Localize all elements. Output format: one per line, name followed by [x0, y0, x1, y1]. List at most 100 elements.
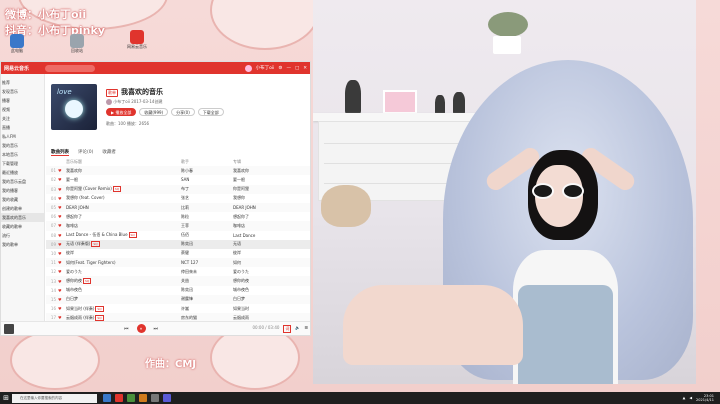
table-row[interactable]: 07 ♥ 咖啡店 王菲 咖啡店 [46, 221, 310, 231]
table-row[interactable]: 12 ♥ 爱のうた 倖田來未 爱のうた [46, 267, 310, 276]
windows-start-icon[interactable]: ⊞ [0, 392, 12, 404]
table-row[interactable]: 08 ♥ Last Dance - 伍佰 & China Blue SQ 伍佰 Last … [46, 231, 310, 240]
minimize-icon[interactable]: — [286, 66, 291, 71]
column-header-title[interactable]: 音乐标题 [66, 159, 181, 165]
heart-icon[interactable]: ♥ [58, 205, 66, 210]
sidebar-item[interactable]: 流行 [1, 231, 44, 240]
share-button[interactable]: 分享(0) [171, 108, 195, 116]
song-artist[interactable]: 陈奕迅 [181, 287, 233, 293]
avatar[interactable] [106, 99, 112, 105]
table-row[interactable]: 04 ♥ 我想你 (feat. Cover) 张艺 我想你 [46, 194, 310, 203]
song-artist[interactable]: 谢霆锋 [181, 296, 233, 302]
sidebar-item[interactable]: 发现音乐 [1, 87, 44, 96]
play-all-button[interactable]: ▶ 播放全部 [106, 108, 137, 116]
sidebar-item[interactable]: 视频 [1, 105, 44, 114]
song-artist[interactable]: 房东的猫 [181, 315, 233, 321]
heart-icon[interactable]: ♥ [58, 306, 66, 311]
sidebar-item[interactable]: 我喜欢的音乐 [1, 213, 44, 222]
song-artist[interactable]: 伍佰 [181, 232, 233, 238]
song-album[interactable]: 如果当时 [233, 306, 288, 312]
table-row[interactable]: 14 ♥ 城市夜色 陈奕迅 城市夜色 [46, 286, 310, 295]
next-icon[interactable]: ⏭ [154, 326, 159, 332]
song-album[interactable]: 如何 [233, 260, 288, 266]
taskbar-app-icon[interactable] [151, 394, 159, 402]
sidebar-item[interactable]: 创建的歌单 [1, 204, 44, 213]
tab-collectors[interactable]: 收藏者 [102, 149, 116, 156]
heart-icon[interactable]: ♥ [58, 279, 66, 284]
song-album[interactable]: 咖啡店 [233, 223, 288, 229]
taskbar-app-icon[interactable] [127, 394, 135, 402]
taskbar-app-icon[interactable] [115, 394, 123, 402]
song-artist[interactable]: 比莉 [181, 205, 233, 211]
song-artist[interactable]: 陈粒 [181, 214, 233, 220]
heart-icon[interactable]: ♥ [58, 223, 66, 228]
table-row[interactable]: 02 ♥ 要一根 SAN 要一根 [46, 175, 310, 184]
network-icon[interactable]: ▲ [683, 396, 686, 400]
pause-button[interactable]: ⏸ [136, 324, 146, 333]
heart-icon[interactable]: ♥ [58, 288, 66, 293]
heart-icon[interactable]: ♥ [58, 242, 66, 247]
song-album[interactable]: 彼岸 [233, 250, 288, 256]
now-playing-thumbnail[interactable] [4, 323, 14, 334]
prev-icon[interactable]: ⏮ [124, 326, 129, 332]
table-row[interactable]: 16 ♥ 如果当时 (伴奏) SQ 许嵩 如果当时 [46, 304, 310, 313]
sidebar-item[interactable]: 我的歌单 [1, 240, 44, 249]
close-icon[interactable]: ✕ [303, 66, 307, 71]
avatar[interactable] [244, 64, 252, 72]
table-row[interactable]: 09 ♥ 无语 (伴奏版) SQ 陈奕迅 无语 [46, 239, 310, 249]
heart-icon[interactable]: ♥ [58, 168, 66, 173]
taskbar-app-icon[interactable] [103, 394, 111, 402]
heart-icon[interactable]: ♥ [58, 214, 66, 219]
sidebar-item[interactable]: 收藏的歌单 [1, 222, 44, 231]
song-album[interactable]: 我喜欢你 [233, 168, 288, 174]
song-artist[interactable]: 关喆 [181, 278, 233, 284]
download-all-button[interactable]: 下载全部 [197, 108, 224, 116]
table-row[interactable]: 13 ♥ 想你的夜 SQ 关喆 想你的夜 [46, 276, 310, 286]
taskbar-clock[interactable]: 23:01 2021/4/11 [696, 394, 714, 402]
song-album[interactable]: 你是阿狸 [233, 186, 288, 192]
song-album[interactable]: 要一根 [233, 177, 288, 183]
heart-icon[interactable]: ♥ [58, 260, 66, 265]
song-artist[interactable]: SAN [181, 177, 233, 182]
heart-icon[interactable]: ♥ [58, 251, 66, 256]
sidebar-item[interactable]: 直播 [1, 123, 44, 132]
desktop-icon-recycle-bin[interactable]: 回收站 [64, 34, 90, 54]
sidebar-item[interactable]: 本地音乐 [1, 150, 44, 159]
desktop-icon-computer[interactable]: 此电脑 [4, 34, 30, 54]
taskbar-search-input[interactable]: 在这里输入你要搜索的内容 [12, 393, 97, 403]
song-artist[interactable]: 布丁 [181, 186, 233, 192]
sidebar-item[interactable]: 关注 [1, 114, 44, 123]
tab-song-list[interactable]: 歌曲列表 [51, 149, 69, 156]
song-artist[interactable]: 蔡健 [181, 250, 233, 256]
song-artist[interactable]: 许嵩 [181, 306, 233, 312]
sidebar-item[interactable]: 最近播放 [1, 168, 44, 177]
song-album[interactable]: 城市夜色 [233, 287, 288, 293]
song-artist[interactable]: 倖田來未 [181, 269, 233, 275]
song-album[interactable]: 爱のうた [233, 269, 288, 275]
column-header-artist[interactable]: 歌手 [181, 159, 233, 165]
lyric-button[interactable]: 词 [283, 324, 292, 333]
sidebar-item[interactable]: 推荐 [1, 78, 44, 87]
table-row[interactable]: 10 ♥ 彼岸 蔡健 彼岸 [46, 249, 310, 258]
heart-icon[interactable]: ♥ [58, 196, 66, 201]
tab-comments[interactable]: 评论(0) [78, 149, 93, 156]
table-row[interactable]: 15 ♥ 白日梦 谢霆锋 白日梦 [46, 294, 310, 304]
sidebar-item[interactable]: 我的播客 [1, 186, 44, 195]
song-album[interactable]: 想你的夜 [233, 278, 288, 284]
playlist-icon[interactable]: ☰ [304, 325, 308, 333]
song-artist[interactable]: 张艺 [181, 195, 233, 201]
song-album[interactable]: 无语 [233, 241, 288, 247]
sidebar-item[interactable]: 我的音乐 [1, 141, 44, 150]
volume-icon[interactable]: ◀ [689, 396, 692, 400]
sidebar-item[interactable]: 下载管理 [1, 159, 44, 168]
song-album[interactable]: 想起你了 [233, 214, 288, 220]
table-row[interactable]: 01 ♥ 我喜欢你 陈小春 我喜欢你 [46, 166, 310, 176]
song-album[interactable]: Last Dance [233, 233, 288, 238]
heart-icon[interactable]: ♥ [58, 233, 66, 238]
sidebar-item[interactable]: 私人FM [1, 132, 44, 141]
song-album[interactable]: 我想你 [233, 195, 288, 201]
table-row[interactable]: 05 ♥ DEAR JOHN 比莉 DEAR JOHN [46, 202, 310, 213]
heart-icon[interactable]: ♥ [58, 315, 66, 320]
sidebar-item[interactable]: 播客 [1, 96, 44, 105]
taskbar-app-icon[interactable] [139, 394, 147, 402]
